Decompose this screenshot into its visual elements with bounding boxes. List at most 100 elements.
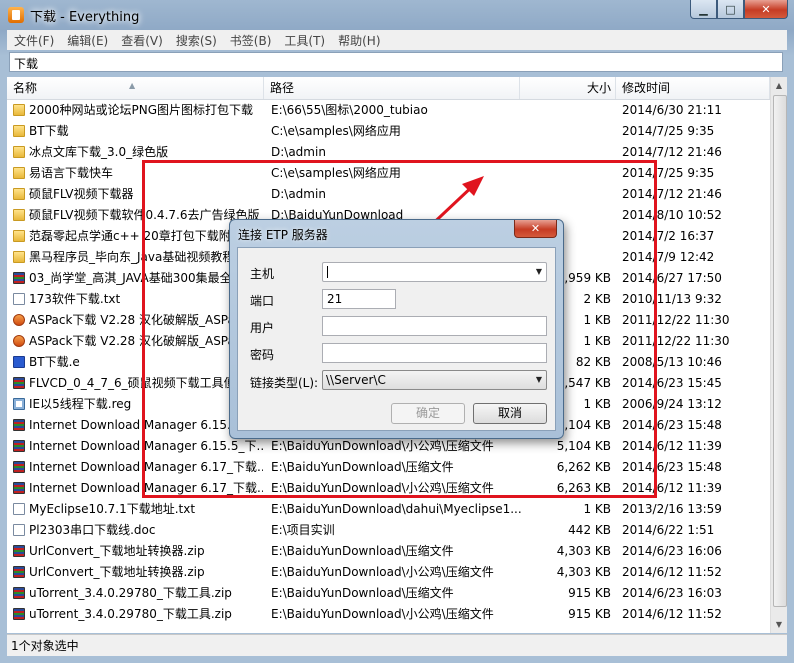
menu-file[interactable]: 文件(F) <box>7 32 60 49</box>
scroll-up-icon[interactable]: ▲ <box>771 77 787 94</box>
maximize-button[interactable]: □ <box>717 0 744 19</box>
everything-app-icon[interactable] <box>8 7 24 23</box>
file-row[interactable]: 2000种网站或论坛PNG图片图标打包下载 E:\66\55\图标\2000_tu… <box>7 100 770 121</box>
archive-icon <box>13 566 25 578</box>
scroll-thumb[interactable] <box>773 95 787 607</box>
chevron-down-icon[interactable]: ▼ <box>536 263 542 281</box>
menu-help[interactable]: 帮助(H) <box>331 32 386 49</box>
file-row[interactable]: 易语言下载快车 C:\e\samples\网络应用 2014/7/25 9:35 <box>7 163 770 184</box>
file-size-cell: 4,303 KB <box>556 565 611 579</box>
file-name: 硕鼠FLV视频下载软件0.4.7.6去广告绿色版 <box>29 208 260 222</box>
column-path-header[interactable]: 路径 <box>264 77 520 99</box>
title-bar[interactable]: 下载 - Everything ▁ □ ✕ <box>0 0 794 30</box>
file-name-cell: 冰点文库下载_3.0_绿色版 <box>13 142 263 163</box>
file-size-cell <box>527 163 611 184</box>
file-name-cell: uTorrent_3.4.0.29780_下载工具.zip <box>13 604 263 625</box>
file-row[interactable]: uTorrent_3.4.0.29780_下载工具.zip E:\BaiduYun… <box>7 604 770 625</box>
file-name-cell: 03_尚学堂_高淇_JAVA基础300集最全 <box>13 268 263 289</box>
chevron-down-icon[interactable]: ▼ <box>536 371 542 389</box>
vertical-scrollbar[interactable]: ▲ ▼ <box>770 77 787 633</box>
menu-edit[interactable]: 编辑(E) <box>60 32 114 49</box>
file-date-cell: 2014/7/12 21:46 <box>622 187 722 201</box>
column-name-header[interactable]: ▲ 名称 <box>7 77 264 99</box>
file-name-cell: BT下载.e <box>13 352 263 373</box>
ok-button[interactable]: 确定 <box>391 403 465 424</box>
file-name: uTorrent_3.4.0.29780_下载工具.zip <box>29 607 232 621</box>
file-name-cell: 2000种网站或论坛PNG图片图标打包下载 <box>13 100 263 121</box>
column-header: ▲ 名称 路径 大小 修改时间 <box>7 77 770 100</box>
file-name-cell: ASPack下载 V2.28 汉化破解版_ASPa <box>13 310 263 331</box>
file-name-cell: UrlConvert_下载地址转换器.zip <box>13 541 263 562</box>
file-date-cell: 2013/2/16 13:59 <box>622 502 722 516</box>
folder-icon <box>13 230 25 242</box>
menu-view[interactable]: 查看(V) <box>114 32 169 49</box>
column-size-header[interactable]: 大小 <box>520 77 616 99</box>
search-input[interactable]: 下载 <box>9 52 783 72</box>
folder-icon <box>13 125 25 137</box>
file-row[interactable]: Internet Download Manager 6.17_下载... E:\B… <box>7 478 770 499</box>
file-row[interactable]: 硕鼠FLV视频下载器 D:\admin 2014/7/12 21:46 <box>7 184 770 205</box>
file-row[interactable]: Internet Download Manager 6.15.5_下... E:\… <box>7 436 770 457</box>
file-row[interactable]: UrlConvert_下载地址转换器.zip E:\BaiduYunDownloa… <box>7 562 770 583</box>
file-name: IE以5线程下载.reg <box>29 397 132 411</box>
file-size-cell <box>527 142 611 163</box>
e-file-icon <box>13 356 25 368</box>
file-size-cell <box>527 100 611 121</box>
file-row[interactable]: 冰点文库下载_3.0_绿色版 D:\admin 2014/7/12 21:46 <box>7 142 770 163</box>
port-field[interactable]: 21 <box>322 289 396 309</box>
file-size-cell: 5,104 KB <box>556 439 611 453</box>
file-row[interactable]: MyEclipse10.7.1下载地址.txt E:\BaiduYunDownlo… <box>7 499 770 520</box>
folder-icon <box>13 209 25 221</box>
file-name: 冰点文库下载_3.0_绿色版 <box>29 145 169 159</box>
file-path-cell: E:\BaiduYunDownload\小公鸡\压缩文件 <box>271 439 494 453</box>
file-row[interactable]: Pl2303串口下载线.doc E:\项目实训 442 KB 2014/6/22 1:… <box>7 520 770 541</box>
password-field[interactable] <box>322 343 547 363</box>
text-caret <box>327 266 328 278</box>
user-field[interactable] <box>322 316 547 336</box>
file-name-cell: 易语言下载快车 <box>13 163 263 184</box>
file-date-cell: 2010/11/13 9:32 <box>622 292 722 306</box>
text-file-icon <box>13 524 25 536</box>
file-name-cell: 硕鼠FLV视频下载器 <box>13 184 263 205</box>
connect-etp-dialog: 连接 ETP 服务器 ✕ 主机 ▼ 端口 21 用户 密码 链接类型(L): \… <box>229 219 564 439</box>
file-name: 03_尚学堂_高淇_JAVA基础300集最全 <box>29 271 232 285</box>
file-date-cell: 2014/6/12 11:39 <box>622 481 722 495</box>
link-type-select[interactable]: \\Server\C ▼ <box>322 370 547 390</box>
dialog-body: 主机 ▼ 端口 21 用户 密码 链接类型(L): \\Server\C ▼ 确… <box>237 247 556 431</box>
file-name-cell: Internet Download Manager 6.15.5 <box>13 415 263 436</box>
dialog-close-button[interactable]: ✕ <box>514 220 557 238</box>
archive-icon <box>13 461 25 473</box>
folder-icon <box>13 167 25 179</box>
file-row[interactable]: Internet Download Manager 6.17_下载... E:\B… <box>7 457 770 478</box>
file-date-cell: 2014/7/12 21:46 <box>622 145 722 159</box>
host-label: 主机 <box>250 267 275 281</box>
file-name: 黑马程序员_毕向东_Java基础视频教程 <box>29 250 235 264</box>
close-button[interactable]: ✕ <box>744 0 788 19</box>
file-date-cell: 2014/6/12 11:39 <box>622 439 722 453</box>
archive-icon <box>13 419 25 431</box>
host-combo[interactable]: ▼ <box>322 262 547 282</box>
file-name-cell: FLVCD_0_4_7_6_硕鼠视频下载工具便 <box>13 373 263 394</box>
menu-tools[interactable]: 工具(T) <box>277 32 331 49</box>
file-name: 硕鼠FLV视频下载器 <box>29 187 134 201</box>
menu-search[interactable]: 搜索(S) <box>169 32 223 49</box>
file-path-cell: E:\BaiduYunDownload\小公鸡\压缩文件 <box>271 607 494 621</box>
file-row[interactable]: uTorrent_3.4.0.29780_下载工具.zip E:\BaiduYun… <box>7 583 770 604</box>
text-file-icon <box>13 503 25 515</box>
file-size-cell <box>527 184 611 205</box>
scroll-down-icon[interactable]: ▼ <box>771 616 787 633</box>
menu-bookmarks[interactable]: 书签(B) <box>223 32 278 49</box>
column-date-header[interactable]: 修改时间 <box>616 77 770 99</box>
file-row[interactable]: BT下载 C:\e\samples\网络应用 2014/7/25 9:35 <box>7 121 770 142</box>
file-size-cell: 915 KB <box>568 586 611 600</box>
executable-icon <box>13 335 25 347</box>
file-size-cell: 4,303 KB <box>556 544 611 558</box>
file-date-cell: 2014/6/23 16:06 <box>622 544 722 558</box>
file-name: UrlConvert_下载地址转换器.zip <box>29 544 205 558</box>
minimize-button[interactable]: ▁ <box>690 0 717 19</box>
column-name-label: 名称 <box>13 81 38 95</box>
file-row[interactable]: UrlConvert_下载地址转换器.zip E:\BaiduYunDownloa… <box>7 541 770 562</box>
cancel-button[interactable]: 取消 <box>473 403 547 424</box>
file-path-cell: E:\BaiduYunDownload\压缩文件 <box>271 586 454 600</box>
file-size-cell: 915 KB <box>568 607 611 621</box>
